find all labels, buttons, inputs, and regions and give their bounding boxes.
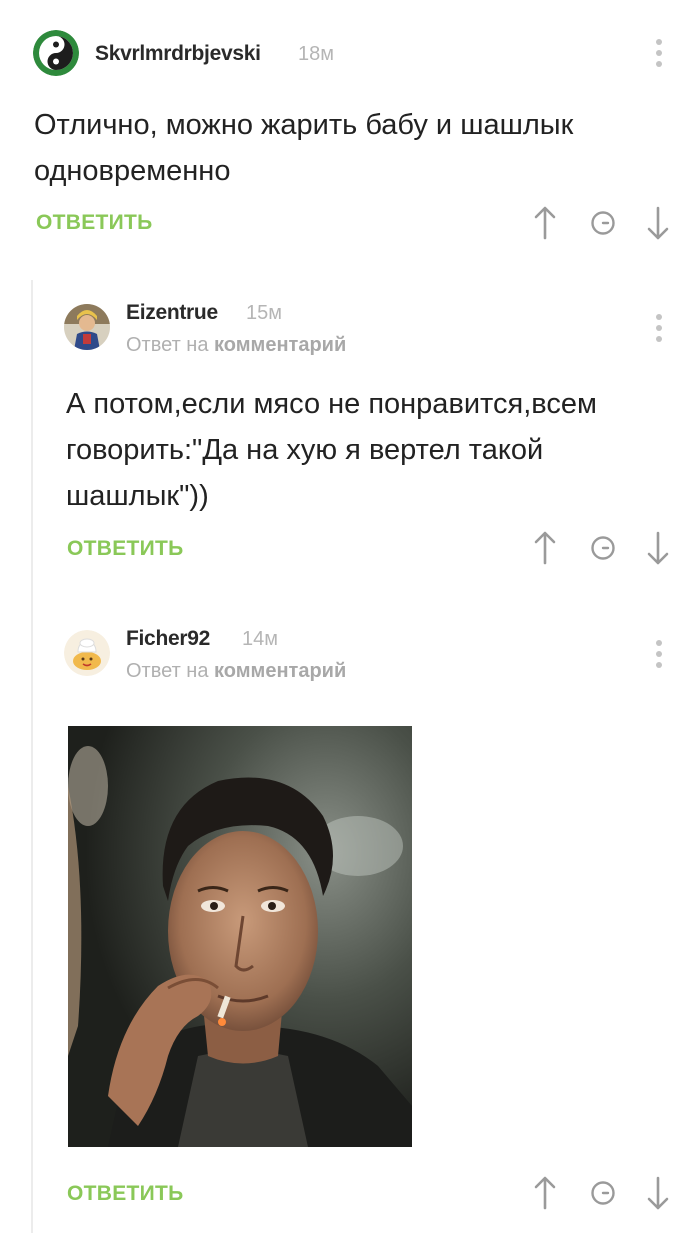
reply-to-link[interactable]: комментарий [214,660,346,682]
comment-text-line: говорить:"Да на хую я вертел такой [66,434,544,466]
man-smoking-photo[interactable] [68,726,412,1147]
arrow-down-icon[interactable] [646,1175,670,1211]
more-vertical-icon[interactable] [647,636,671,672]
comment-text: Отлично, можно жарить бабу и шашлык одно… [34,102,674,194]
more-vertical-icon[interactable] [647,35,671,71]
username[interactable]: Eizentrue [126,301,218,325]
comment-time: 14м [242,628,278,650]
user-avatar-icon [64,304,110,350]
comment-time: 18м [298,43,334,65]
reply-button[interactable]: ОТВЕТИТЬ [67,537,184,561]
clock-icon[interactable] [590,1180,616,1206]
cartoon-avatar-icon [64,630,110,676]
username[interactable]: Skvrlmrdrbjevski [95,42,261,66]
clock-icon[interactable] [590,535,616,561]
reply-to-prefix: Ответ на [126,660,209,682]
yin-yang-icon [33,30,79,76]
reply-to-link[interactable]: комментарий [214,334,346,356]
reply-button[interactable]: ОТВЕТИТЬ [36,211,153,235]
avatar[interactable] [64,304,110,350]
arrow-up-icon[interactable] [533,1175,557,1211]
arrow-up-icon[interactable] [533,530,557,566]
clock-icon[interactable] [590,210,616,236]
comment-text-line: Отлично, можно жарить бабу и шашлык [34,109,574,141]
arrow-up-icon[interactable] [533,205,557,241]
arrow-down-icon[interactable] [646,530,670,566]
thread-line [31,280,33,1233]
avatar[interactable] [33,30,79,76]
reply-button[interactable]: ОТВЕТИТЬ [67,1182,184,1206]
comment-text: А потом,если мясо не понравится,всем гов… [66,381,686,519]
comment-time: 15м [246,302,282,324]
comment-text-line: одновременно [34,155,231,187]
more-vertical-icon[interactable] [647,310,671,346]
avatar[interactable] [64,630,110,676]
reply-to[interactable]: Ответ на комментарий [126,660,346,683]
arrow-down-icon[interactable] [646,205,670,241]
reply-to-prefix: Ответ на [126,334,209,356]
comment-text-line: шашлык")) [66,480,209,512]
username[interactable]: Ficher92 [126,627,210,651]
reply-to[interactable]: Ответ на комментарий [126,334,346,357]
comment-text-line: А потом,если мясо не понравится,всем [66,388,597,420]
